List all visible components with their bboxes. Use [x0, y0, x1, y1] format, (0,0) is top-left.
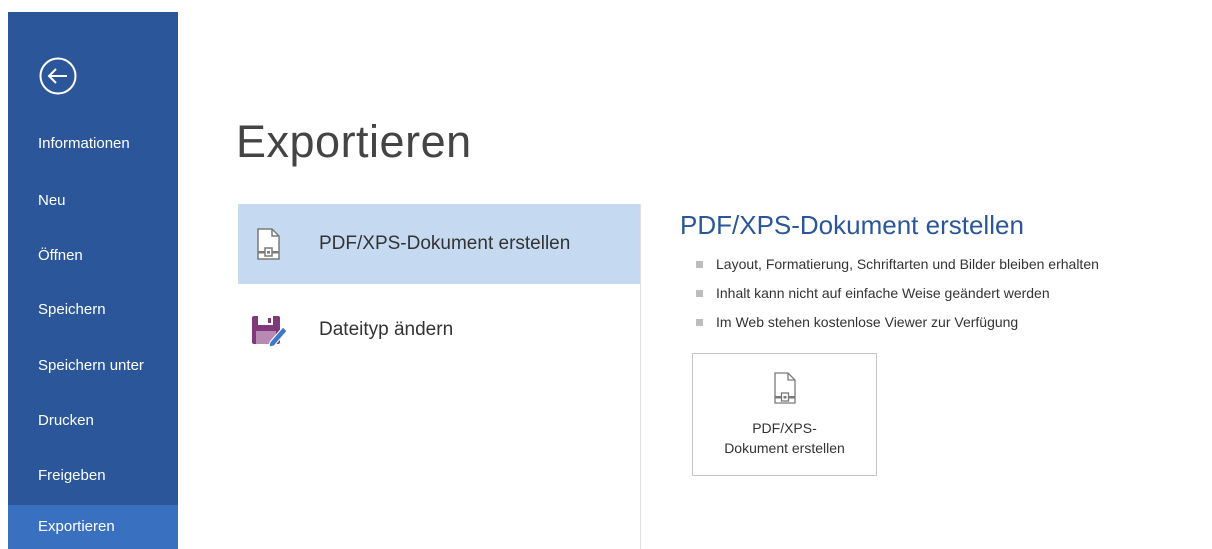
list-item: Inhalt kann nicht auf einfache Weise geä… [696, 279, 1099, 308]
back-button[interactable] [38, 56, 78, 96]
save-as-filetype-icon [252, 316, 288, 348]
create-pdf-xps-button[interactable]: PDF/XPS- Dokument erstellen [692, 353, 877, 476]
list-item: Layout, Formatierung, Schriftarten und B… [696, 250, 1099, 279]
option-change-filetype-label: Dateityp ändern [319, 319, 454, 340]
sidebar-item-informationen[interactable]: Informationen [8, 120, 178, 168]
sidebar-item-speichern[interactable]: Speichern [8, 286, 178, 334]
backstage-main: Exportieren PDF/XPS-Dokument erstellen D… [178, 12, 1212, 549]
backstage-window: Informationen Neu Öffnen Speichern Speic… [0, 0, 1212, 549]
bullet-square-icon [696, 319, 703, 326]
list-item: Im Web stehen kostenlose Viewer zur Verf… [696, 308, 1099, 337]
sidebar-item-exportieren[interactable]: Exportieren [8, 505, 178, 549]
option-change-filetype[interactable]: Dateityp ändern [238, 290, 640, 370]
pdf-document-icon [257, 228, 280, 260]
option-pdf-xps[interactable]: PDF/XPS-Dokument erstellen [238, 204, 640, 284]
pane-divider [640, 204, 641, 549]
pdf-document-icon [774, 372, 796, 404]
option-pdf-xps-label: PDF/XPS-Dokument erstellen [319, 233, 571, 254]
sidebar-item-speichern-unter[interactable]: Speichern unter [8, 342, 178, 390]
detail-title: PDF/XPS-Dokument erstellen [680, 210, 1024, 240]
create-pdf-xps-button-label: PDF/XPS- Dokument erstellen [724, 420, 845, 456]
page-title: Exportieren [236, 116, 472, 167]
sidebar-item-oeffnen[interactable]: Öffnen [8, 232, 178, 280]
back-arrow-icon [39, 57, 77, 95]
backstage-sidebar: Informationen Neu Öffnen Speichern Speic… [8, 12, 178, 549]
sidebar-item-drucken[interactable]: Drucken [8, 397, 178, 445]
bullet-square-icon [696, 290, 703, 297]
feature-list: Layout, Formatierung, Schriftarten und B… [696, 250, 1099, 337]
sidebar-item-neu[interactable]: Neu [8, 177, 178, 225]
bullet-square-icon [696, 261, 703, 268]
sidebar-item-freigeben[interactable]: Freigeben [8, 452, 178, 500]
